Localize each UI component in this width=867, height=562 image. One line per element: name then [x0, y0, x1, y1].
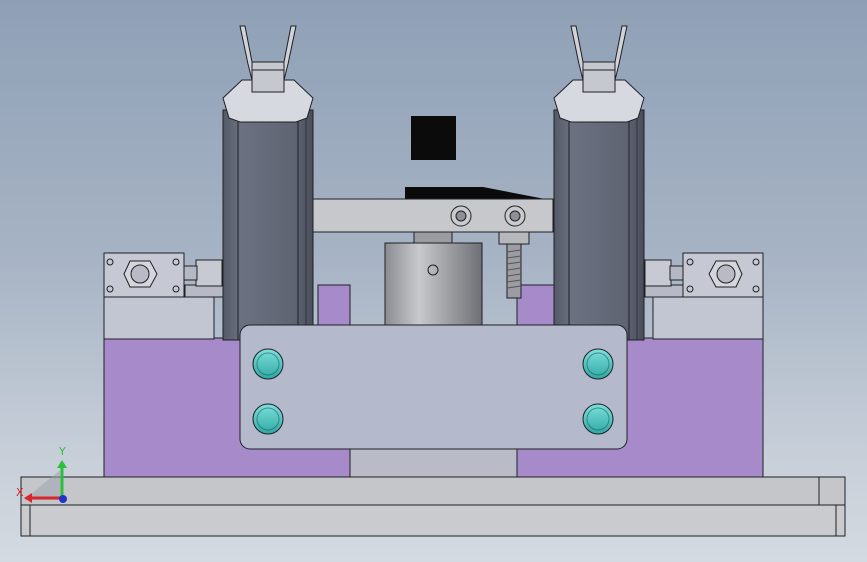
left-vertical-arm[interactable] — [222, 25, 314, 341]
front-mounting-plate[interactable] — [239, 324, 628, 450]
base-plate[interactable] — [20, 476, 846, 537]
graphics-viewport[interactable]: Y X — [0, 0, 867, 562]
triad-x-label: X — [16, 486, 24, 499]
center-gap-block — [349, 447, 518, 478]
center-cylinder[interactable] — [384, 231, 483, 328]
cad-model-front-view[interactable]: Y X — [0, 0, 867, 562]
crossbar[interactable] — [311, 187, 554, 233]
right-vertical-arm[interactable] — [553, 25, 645, 341]
black-square-marker — [411, 116, 456, 160]
triad-y-label: Y — [58, 445, 66, 458]
